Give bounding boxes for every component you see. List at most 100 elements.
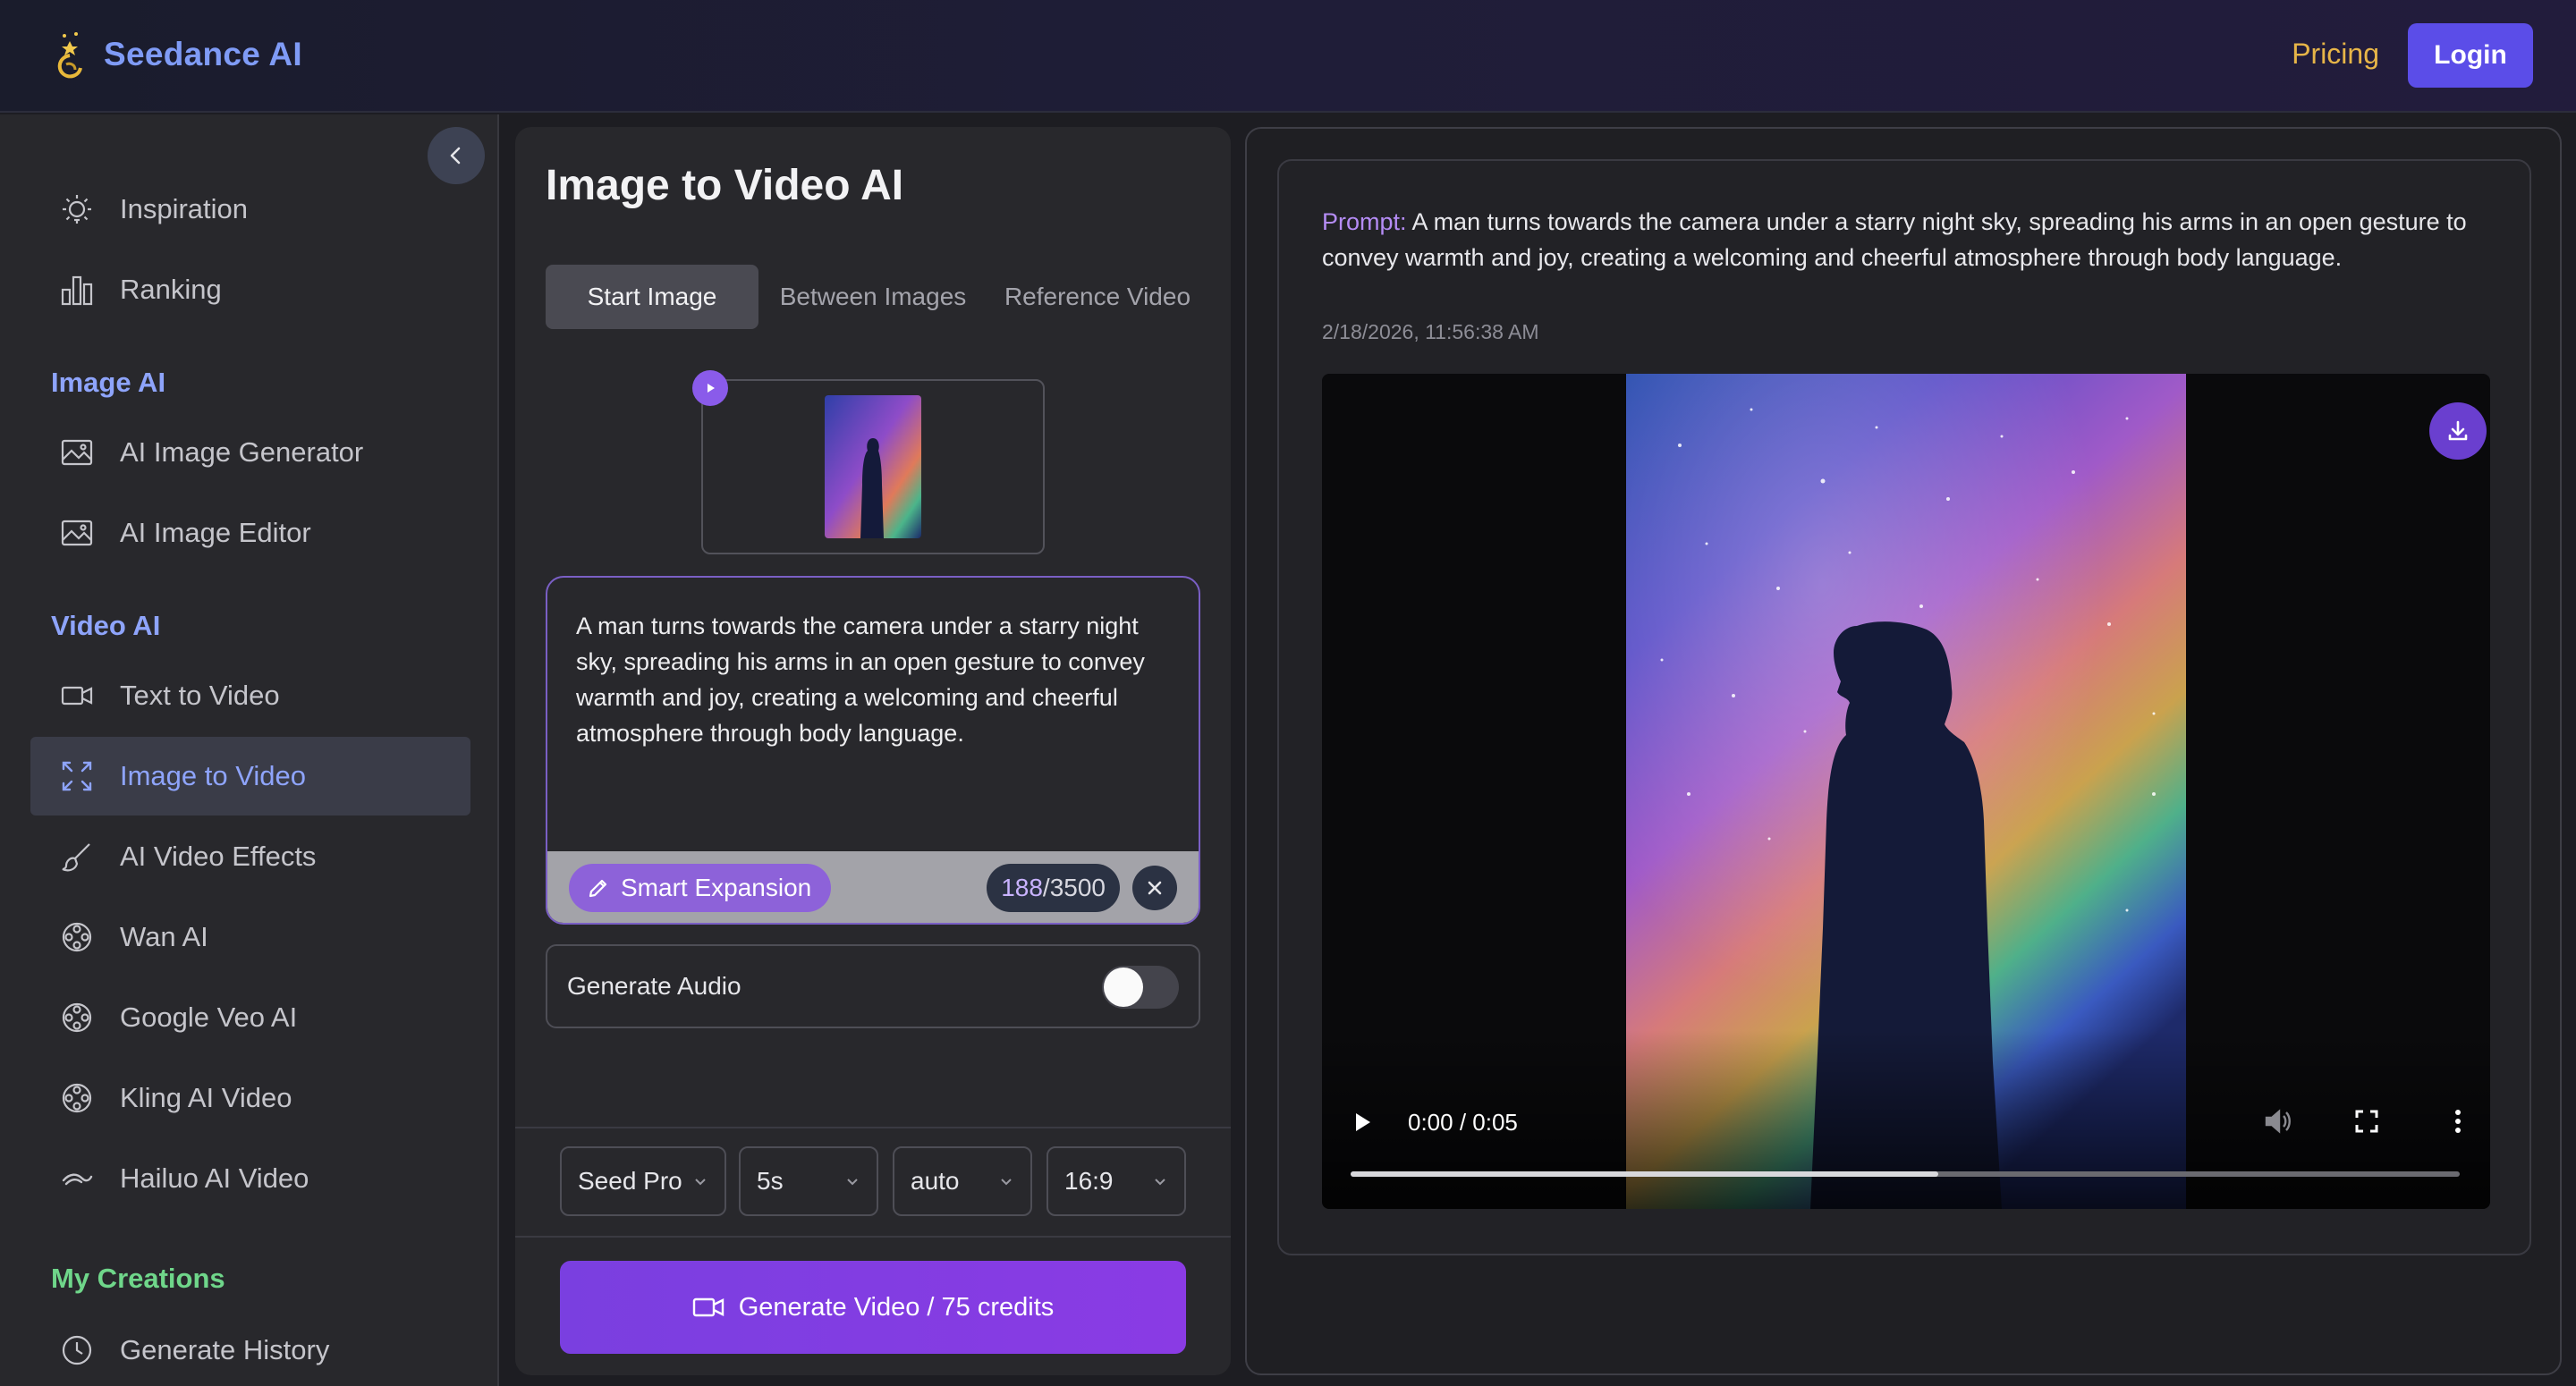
sidebar-item-label: Generate History — [120, 1334, 330, 1365]
volume-icon[interactable] — [2261, 1105, 2293, 1137]
prompt-textarea[interactable]: A man turns towards the camera under a s… — [546, 576, 1200, 925]
sidebar-item-label: Kling AI Video — [120, 1082, 292, 1113]
model-select[interactable]: Seed Pro — [560, 1146, 726, 1216]
video-buffered-bar — [1351, 1171, 1939, 1177]
prompt-label: Prompt: — [1322, 208, 1407, 235]
smart-expansion-label: Smart Expansion — [621, 874, 812, 901]
video-progress-track[interactable] — [1351, 1171, 2460, 1177]
sidebar-item-label: AI Video Effects — [120, 841, 317, 872]
result-prompt: Prompt: A man turns towards the camera u… — [1322, 204, 2485, 275]
divider — [515, 1236, 1231, 1238]
hailuo-logo-icon — [57, 1159, 97, 1198]
sidebar-item-ai-video-effects[interactable]: AI Video Effects — [30, 817, 470, 896]
brand-name[interactable]: Seedance AI — [104, 36, 302, 73]
more-options-icon[interactable] — [2442, 1105, 2474, 1137]
image-icon — [57, 433, 97, 472]
chevron-down-icon — [1155, 1179, 1165, 1186]
sidebar-item-label: Image to Video — [120, 760, 306, 791]
model-select-value: Seed Pro — [578, 1167, 682, 1195]
sidebar-item-inspiration[interactable]: Inspiration — [30, 170, 470, 249]
sidebar-item-ranking[interactable]: Ranking — [30, 250, 470, 329]
sidebar-item-text-to-video[interactable]: Text to Video — [30, 656, 470, 735]
character-count: 188 — [1001, 874, 1043, 901]
play-icon[interactable] — [1349, 1109, 1376, 1136]
sidebar-item-ai-image-editor[interactable]: AI Image Editor — [30, 494, 470, 572]
section-title-video-ai: Video AI — [51, 610, 161, 641]
tab-reference-video[interactable]: Reference Video — [987, 265, 1208, 329]
start-image-upload[interactable] — [692, 370, 1045, 554]
film-reel-icon — [57, 998, 97, 1037]
page-title: Image to Video AI — [546, 162, 904, 209]
sidebar-item-google-veo-ai[interactable]: Google Veo AI — [30, 978, 470, 1057]
top-header: Seedance AI Pricing Login — [0, 0, 2576, 113]
pricing-link[interactable]: Pricing — [2292, 38, 2379, 71]
video-camera-icon — [57, 676, 97, 715]
chevron-down-icon — [847, 1179, 858, 1186]
download-icon — [2448, 420, 2468, 441]
section-title-image-ai: Image AI — [51, 367, 166, 398]
resolution-select-value: auto — [911, 1167, 960, 1195]
sidebar: Inspiration Ranking Image AI AI Image Ge… — [0, 114, 499, 1386]
character-limit: /3500 — [1042, 874, 1106, 901]
chevron-left-icon — [450, 147, 461, 165]
prompt-text[interactable]: A man turns towards the camera under a s… — [576, 608, 1181, 751]
sidebar-item-label: Ranking — [120, 274, 222, 305]
resolution-select[interactable]: auto — [893, 1146, 1032, 1216]
fullscreen-icon[interactable] — [2351, 1105, 2383, 1137]
tab-start-image[interactable]: Start Image — [546, 265, 758, 329]
sidebar-item-label: AI Image Editor — [120, 517, 311, 548]
sidebar-item-ai-image-generator[interactable]: AI Image Generator — [30, 413, 470, 492]
sidebar-item-wan-ai[interactable]: Wan AI — [30, 898, 470, 976]
sidebar-item-hailuo-ai-video[interactable]: Hailuo AI Video — [30, 1139, 470, 1218]
video-time: 0:00 / 0:05 — [1408, 1109, 1518, 1136]
play-icon[interactable] — [692, 370, 728, 406]
bar-chart-icon — [57, 270, 97, 309]
character-counter: 188/3500 — [987, 864, 1120, 912]
login-button[interactable]: Login — [2408, 23, 2533, 88]
brush-icon — [57, 837, 97, 876]
result-timestamp: 2/18/2026, 11:56:38 AM — [1322, 320, 1539, 343]
duration-select-value: 5s — [757, 1167, 784, 1195]
duration-select[interactable]: 5s — [739, 1146, 878, 1216]
sidebar-item-kling-ai-video[interactable]: Kling AI Video — [30, 1059, 470, 1137]
clear-prompt-button[interactable] — [1132, 866, 1177, 910]
clock-icon — [57, 1331, 97, 1370]
sidebar-item-image-to-video[interactable]: Image to Video — [30, 737, 470, 816]
result-card: Prompt: A man turns towards the camera u… — [1277, 159, 2531, 1255]
sidebar-item-generate-history[interactable]: Generate History — [30, 1311, 470, 1386]
expand-icon — [57, 756, 97, 796]
seedance-logo-icon[interactable] — [50, 29, 89, 80]
download-button[interactable] — [2429, 402, 2487, 460]
result-prompt-text: A man turns towards the camera under a s… — [1322, 208, 2467, 271]
aspect-ratio-select[interactable]: 16:9 — [1046, 1146, 1186, 1216]
aspect-ratio-select-value: 16:9 — [1064, 1167, 1114, 1195]
video-player[interactable]: 0:00 / 0:05 — [1322, 374, 2490, 1209]
generator-panel: Image to Video AI Start Image Between Im… — [515, 127, 1231, 1375]
video-controls: 0:00 / 0:05 — [1322, 1030, 2490, 1209]
sidebar-item-label: Wan AI — [120, 921, 208, 952]
sidebar-item-label: Hailuo AI Video — [120, 1162, 309, 1194]
prompt-toolbar: Smart Expansion 188/3500 — [547, 851, 1199, 923]
section-title-my-creations: My Creations — [51, 1263, 225, 1294]
generate-audio-label: Generate Audio — [567, 972, 741, 1000]
toggle-knob — [1104, 968, 1143, 1007]
sidebar-item-label: Google Veo AI — [120, 1001, 298, 1033]
film-reel-icon — [57, 1078, 97, 1118]
generate-video-button[interactable]: Generate Video / 75 credits — [560, 1261, 1186, 1354]
smart-expansion-button[interactable]: Smart Expansion — [569, 864, 832, 912]
chevron-down-icon — [695, 1179, 706, 1186]
chevron-down-icon — [1001, 1179, 1012, 1186]
sidebar-item-label: Text to Video — [120, 680, 280, 711]
divider — [515, 1127, 1231, 1128]
sidebar-item-label: Inspiration — [120, 193, 249, 224]
generate-video-label: Generate Video / 75 credits — [738, 1292, 1055, 1322]
mode-tabs: Start Image Between Images Reference Vid… — [546, 265, 1208, 329]
image-icon — [57, 513, 97, 553]
video-camera-icon — [692, 1294, 724, 1321]
generate-audio-toggle[interactable] — [1102, 966, 1179, 1009]
tab-between-images[interactable]: Between Images — [758, 265, 987, 329]
lightbulb-icon — [57, 190, 97, 229]
close-icon — [1148, 881, 1162, 895]
generate-audio-row: Generate Audio — [546, 944, 1200, 1028]
sidebar-item-label: AI Image Generator — [120, 436, 364, 468]
